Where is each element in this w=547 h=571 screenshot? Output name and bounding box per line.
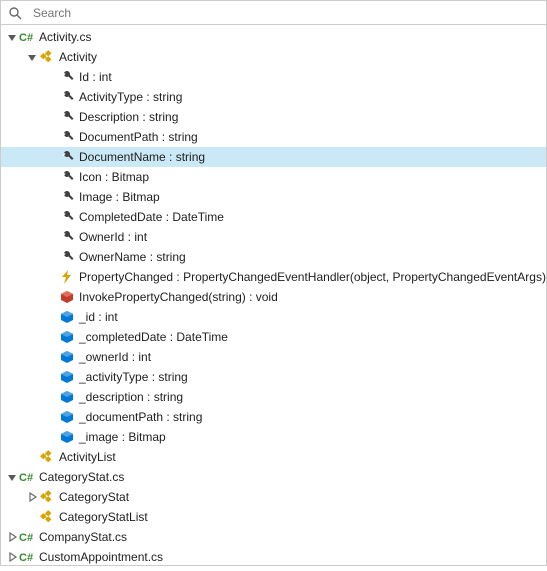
property-icon — [59, 149, 75, 165]
tree-label: CustomAppointment.cs — [39, 547, 163, 567]
tree-label: ActivityList — [59, 447, 116, 467]
property-icon — [59, 209, 75, 225]
tree-member[interactable]: ActivityType : string — [1, 87, 546, 107]
tree-member[interactable]: Id : int — [1, 67, 546, 87]
tree-member[interactable]: _id : int — [1, 307, 546, 327]
field-icon — [59, 329, 75, 345]
class-icon — [39, 49, 55, 65]
tree-member[interactable]: OwnerId : int — [1, 227, 546, 247]
property-icon — [59, 89, 75, 105]
tree-member[interactable]: Icon : Bitmap — [1, 167, 546, 187]
tree-class-categorystatlist[interactable]: CategoryStatList — [1, 507, 546, 527]
tree-label: InvokePropertyChanged(string) : void — [79, 287, 278, 307]
tree-label: ActivityType : string — [79, 87, 182, 107]
csharp-file-icon — [19, 549, 35, 565]
tree-label: Activity.cs — [39, 27, 91, 47]
tree-label: CompletedDate : DateTime — [79, 207, 224, 227]
tree-member[interactable]: _documentPath : string — [1, 407, 546, 427]
tree-member[interactable]: DocumentPath : string — [1, 127, 546, 147]
tree-member-selected[interactable]: DocumentName : string — [1, 147, 546, 167]
csharp-file-icon — [19, 529, 35, 545]
tree-class-categorystat[interactable]: CategoryStat — [1, 487, 546, 507]
expander-open-icon[interactable] — [25, 50, 39, 64]
tree-label: Icon : Bitmap — [79, 167, 149, 187]
tree-label: CompanyStat.cs — [39, 527, 127, 547]
event-icon — [59, 269, 75, 285]
field-icon — [59, 309, 75, 325]
code-tree: Activity.cs Activity Id : int ActivityTy… — [1, 25, 546, 571]
expander-closed-icon[interactable] — [5, 530, 19, 544]
tree-label: Image : Bitmap — [79, 187, 160, 207]
tree-member[interactable]: PropertyChanged : PropertyChangedEventHa… — [1, 267, 546, 287]
tree-label: DocumentPath : string — [79, 127, 198, 147]
tree-label: OwnerName : string — [79, 247, 186, 267]
expander-open-icon[interactable] — [5, 470, 19, 484]
tree-member[interactable]: Description : string — [1, 107, 546, 127]
tree-label: CategoryStatList — [59, 507, 148, 527]
tree-label: DocumentName : string — [79, 147, 205, 167]
tree-member[interactable]: CompletedDate : DateTime — [1, 207, 546, 227]
tree-file-customappointment[interactable]: CustomAppointment.cs — [1, 547, 546, 567]
tree-file-activity[interactable]: Activity.cs — [1, 27, 546, 47]
property-icon — [59, 69, 75, 85]
class-icon — [39, 509, 55, 525]
tree-member[interactable]: InvokePropertyChanged(string) : void — [1, 287, 546, 307]
tree-member[interactable]: _activityType : string — [1, 367, 546, 387]
tree-label: OwnerId : int — [79, 227, 147, 247]
method-icon — [59, 289, 75, 305]
property-icon — [59, 169, 75, 185]
tree-label: _completedDate : DateTime — [79, 327, 228, 347]
tree-label: _ownerId : int — [79, 347, 151, 367]
tree-label: _documentPath : string — [79, 407, 202, 427]
field-icon — [59, 349, 75, 365]
tree-label: _image : Bitmap — [79, 427, 166, 447]
expander-open-icon[interactable] — [5, 30, 19, 44]
tree-class-activity[interactable]: Activity — [1, 47, 546, 67]
field-icon — [59, 429, 75, 445]
tree-label: PropertyChanged : PropertyChangedEventHa… — [79, 267, 546, 287]
search-icon — [7, 5, 23, 21]
property-icon — [59, 129, 75, 145]
class-icon — [39, 489, 55, 505]
tree-class-activitylist[interactable]: ActivityList — [1, 447, 546, 467]
csharp-file-icon — [19, 29, 35, 45]
property-icon — [59, 189, 75, 205]
property-icon — [59, 229, 75, 245]
tree-label: _activityType : string — [79, 367, 188, 387]
expander-closed-icon[interactable] — [5, 550, 19, 564]
tree-label: Description : string — [79, 107, 178, 127]
tree-label: Id : int — [79, 67, 112, 87]
tree-member[interactable]: _image : Bitmap — [1, 427, 546, 447]
tree-member[interactable]: Image : Bitmap — [1, 187, 546, 207]
class-icon — [39, 449, 55, 465]
field-icon — [59, 369, 75, 385]
tree-label: _id : int — [79, 307, 118, 327]
tree-member[interactable]: _ownerId : int — [1, 347, 546, 367]
tree-file-categorystat[interactable]: CategoryStat.cs — [1, 467, 546, 487]
tree-label: CategoryStat — [59, 487, 129, 507]
tree-label: CategoryStat.cs — [39, 467, 124, 487]
search-input[interactable] — [33, 6, 540, 20]
expander-closed-icon[interactable] — [25, 490, 39, 504]
search-bar — [1, 1, 546, 25]
field-icon — [59, 389, 75, 405]
property-icon — [59, 109, 75, 125]
csharp-file-icon — [19, 469, 35, 485]
tree-label: Activity — [59, 47, 97, 67]
tree-file-companystat[interactable]: CompanyStat.cs — [1, 527, 546, 547]
tree-label: _description : string — [79, 387, 183, 407]
tree-member[interactable]: _description : string — [1, 387, 546, 407]
tree-member[interactable]: OwnerName : string — [1, 247, 546, 267]
property-icon — [59, 249, 75, 265]
field-icon — [59, 409, 75, 425]
tree-member[interactable]: _completedDate : DateTime — [1, 327, 546, 347]
